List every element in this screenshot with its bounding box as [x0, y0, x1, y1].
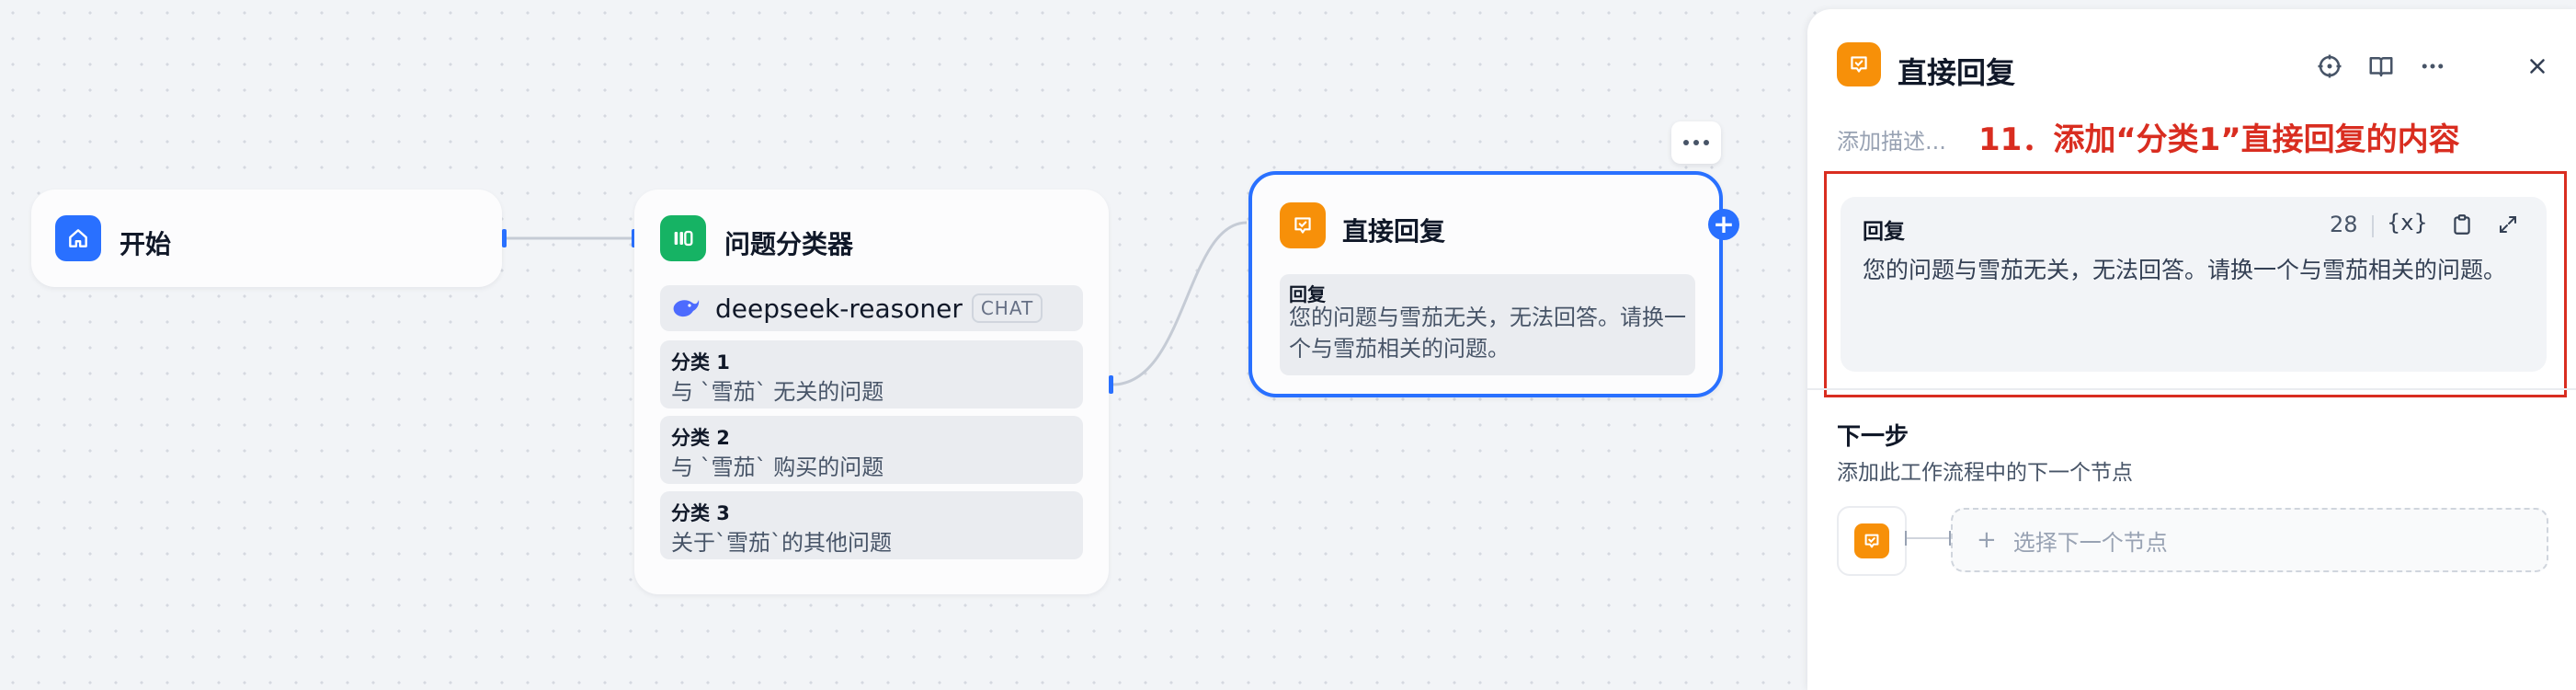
- question-classifier-node[interactable]: 问题分类器 deepseek-reasoner CHAT 分类 1 与 `雪茄`…: [634, 190, 1109, 594]
- class-item-2[interactable]: 分类 2 与 `雪茄` 购买的问题: [660, 416, 1083, 484]
- more-icon[interactable]: [2416, 50, 2449, 83]
- reply-icon: [1854, 523, 1889, 558]
- next-step-connector: [1905, 531, 1951, 546]
- plus-icon: +: [1977, 526, 1997, 554]
- clipboard-icon[interactable]: [2447, 210, 2477, 239]
- panel-title[interactable]: 直接回复: [1898, 50, 2015, 92]
- model-mode-badge: CHAT: [971, 293, 1043, 323]
- class-title: 分类 3: [671, 502, 730, 524]
- current-node-chip: [1837, 506, 1907, 576]
- reply-preview: 回复 您的问题与雪茄无关，无法回答。请换一个与雪茄相关的问题。: [1280, 274, 1695, 375]
- class-title: 分类 2: [671, 427, 730, 449]
- class-item-1[interactable]: 分类 1 与 `雪茄` 无关的问题: [660, 340, 1083, 408]
- select-next-node-label: 选择下一个节点: [2012, 529, 2168, 556]
- classifier-icon: [660, 215, 706, 261]
- direct-reply-node[interactable]: 直接回复 回复 您的问题与雪茄无关，无法回答。请换一个与雪茄相关的问题。: [1248, 171, 1723, 397]
- reply-icon: [1837, 42, 1881, 86]
- model-selector[interactable]: deepseek-reasoner CHAT: [660, 285, 1083, 331]
- reply-editor-text[interactable]: 您的问题与雪茄无关，无法回答。请换一个与雪茄相关的问题。: [1863, 250, 2525, 291]
- node-settings-panel: 直接回复 添加描述... 11．添加“分类1”直接回复的内容 回复 28 {x}…: [1807, 9, 2576, 690]
- model-name: deepseek-reasoner: [715, 293, 963, 324]
- class-desc: 与 `雪茄` 无关的问题: [671, 379, 884, 405]
- classifier-node-title: 问题分类器: [724, 229, 854, 259]
- section-divider: [1807, 388, 2576, 390]
- class-item-3[interactable]: 分类 3 关于`雪茄`的其他问题: [660, 491, 1083, 559]
- class-1-output-handle[interactable]: [1109, 375, 1113, 394]
- reply-editor-label: 回复: [1863, 220, 1905, 244]
- deepseek-whale-icon: [673, 300, 700, 317]
- node-more-button[interactable]: [1671, 121, 1721, 164]
- start-node[interactable]: 开始: [31, 190, 502, 287]
- insert-variable-button[interactable]: {x}: [2387, 210, 2428, 236]
- class-title: 分类 1: [671, 351, 730, 374]
- description-input[interactable]: 添加描述...: [1837, 123, 1946, 155]
- next-step-desc: 添加此工作流程中的下一个节点: [1837, 461, 2133, 485]
- class-desc: 关于`雪茄`的其他问题: [671, 530, 892, 556]
- start-output-handle[interactable]: [502, 229, 507, 247]
- class-desc: 与 `雪茄` 购买的问题: [671, 454, 884, 480]
- close-icon[interactable]: [2521, 50, 2554, 83]
- reply-node-title: 直接回复: [1342, 216, 1446, 247]
- expand-icon[interactable]: [2493, 210, 2523, 239]
- home-icon: [55, 215, 101, 261]
- tutorial-annotation: 11．添加“分类1”直接回复的内容: [1978, 121, 2460, 158]
- toolbar-divider: [2372, 215, 2374, 237]
- start-node-title: 开始: [120, 229, 172, 259]
- select-next-node-button[interactable]: + 选择下一个节点: [1951, 508, 2548, 572]
- next-step-title: 下一步: [1837, 423, 1909, 451]
- reply-icon: [1280, 202, 1326, 248]
- reply-editor[interactable]: 回复 28 {x} 您的问题与雪茄无关，无法回答。请换一个与雪茄相关的问题。: [1841, 197, 2547, 372]
- reply-text: 您的问题与雪茄无关，无法回答。请换一个与雪茄相关的问题。: [1289, 305, 1686, 362]
- char-count: 28: [2330, 212, 2358, 237]
- edge-classifier-reply: [1111, 221, 1248, 386]
- book-icon[interactable]: [2365, 50, 2398, 83]
- add-next-node-handle[interactable]: +: [1708, 209, 1739, 240]
- locate-icon[interactable]: [2313, 50, 2346, 83]
